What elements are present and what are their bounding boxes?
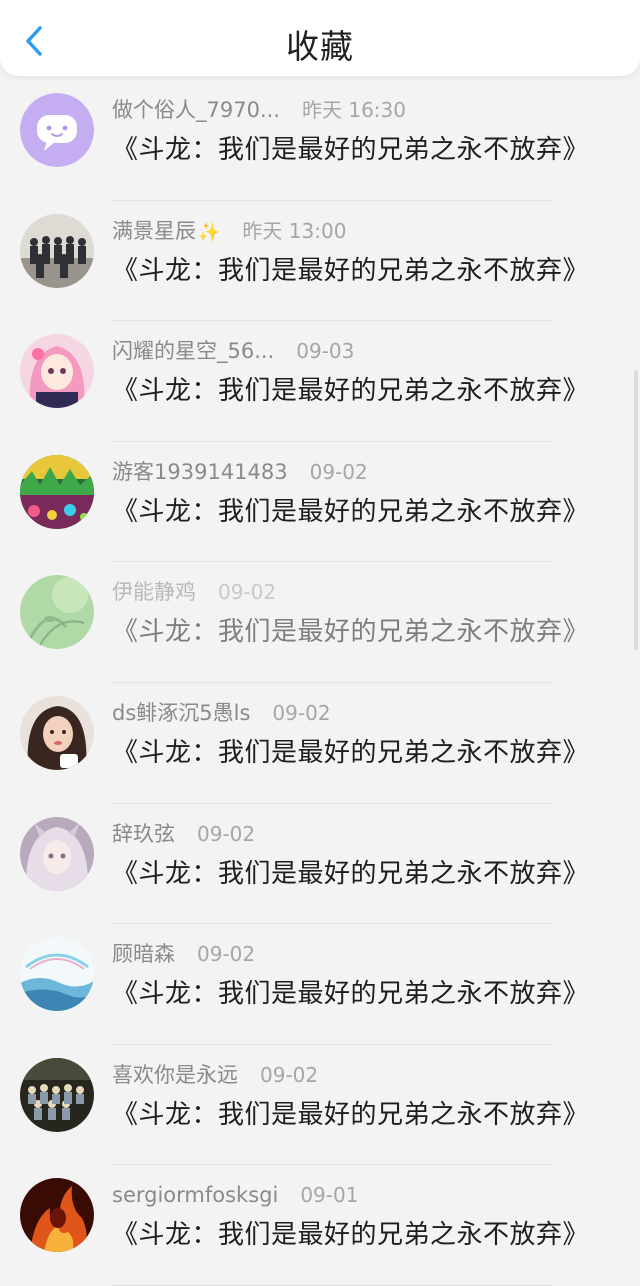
timestamp: 09-02 bbox=[260, 1062, 319, 1087]
list-item[interactable]: 喜欢你是永远 09-02 《斗龙：我们是最好的兄弟之永不放弃》 bbox=[0, 1045, 640, 1166]
avatar[interactable] bbox=[20, 454, 94, 529]
message-text: 《斗龙：我们是最好的兄弟之永不放弃》 bbox=[112, 1220, 590, 1251]
message-text: 《斗龙：我们是最好的兄弟之永不放弃》 bbox=[112, 1099, 590, 1130]
sparkle-icon: ✨ bbox=[198, 221, 221, 243]
avatar[interactable] bbox=[20, 1057, 94, 1132]
timestamp: 09-02 bbox=[218, 580, 277, 605]
username: 伊能静鸡 bbox=[112, 580, 196, 605]
list-item[interactable]: 游客1939141483 09-02 《斗龙：我们是最好的兄弟之永不放弃》 bbox=[0, 442, 640, 563]
fire-icon bbox=[20, 1178, 94, 1253]
username: ds鲱涿沉5愚ls bbox=[112, 700, 251, 725]
timestamp: 09-02 bbox=[197, 942, 256, 967]
avatar[interactable] bbox=[20, 213, 94, 288]
username: 游客1939141483 bbox=[112, 459, 288, 484]
timestamp: 昨天 13:00 bbox=[242, 218, 347, 243]
group-photo-icon bbox=[20, 1057, 94, 1132]
portrait-icon bbox=[20, 695, 94, 770]
message-text: 《斗龙：我们是最好的兄弟之永不放弃》 bbox=[112, 617, 590, 648]
username: 满景星辰 bbox=[112, 218, 196, 243]
message-text: 《斗龙：我们是最好的兄弟之永不放弃》 bbox=[112, 858, 590, 889]
favorites-list: 做个俗人_7970... 昨天 16:30 《斗龙：我们是最好的兄弟之永不放弃》 … bbox=[0, 80, 640, 1286]
timestamp: 09-03 bbox=[296, 339, 355, 364]
username: sergiormfosksgi bbox=[112, 1183, 279, 1208]
username: 做个俗人_7970... bbox=[112, 98, 280, 122]
timestamp: 09-02 bbox=[197, 821, 256, 846]
chat-bubble-icon bbox=[20, 93, 94, 167]
timestamp: 09-02 bbox=[272, 700, 331, 725]
username: 喜欢你是永远 bbox=[112, 1062, 238, 1087]
list-item[interactable]: 辞玖弦 09-02 《斗龙：我们是最好的兄弟之永不放弃》 bbox=[0, 804, 640, 925]
list-item[interactable]: 闪耀的星空_56... 09-03 《斗龙：我们是最好的兄弟之永不放弃》 bbox=[0, 321, 640, 442]
group-photo-icon bbox=[20, 213, 94, 288]
scrollbar[interactable] bbox=[634, 370, 638, 650]
username: 辞玖弦 bbox=[112, 821, 175, 846]
list-item[interactable]: 满景星辰 ✨ 昨天 13:00 《斗龙：我们是最好的兄弟之永不放弃》 bbox=[0, 201, 640, 322]
message-text: 《斗龙：我们是最好的兄弟之永不放弃》 bbox=[112, 979, 590, 1010]
avatar[interactable] bbox=[20, 334, 94, 409]
anime-icon bbox=[20, 816, 94, 891]
avatar[interactable] bbox=[20, 937, 94, 1012]
avatar[interactable] bbox=[20, 93, 94, 167]
list-item[interactable]: 做个俗人_7970... 昨天 16:30 《斗龙：我们是最好的兄弟之永不放弃》 bbox=[0, 80, 640, 201]
nature-icon bbox=[20, 575, 94, 650]
avatar[interactable] bbox=[20, 816, 94, 891]
landscape-icon bbox=[20, 937, 94, 1012]
username: 顾暗森 bbox=[112, 942, 175, 967]
message-text: 《斗龙：我们是最好的兄弟之永不放弃》 bbox=[112, 496, 590, 527]
avatar[interactable] bbox=[20, 575, 94, 650]
timestamp: 09-02 bbox=[309, 459, 368, 484]
timestamp: 昨天 16:30 bbox=[301, 98, 406, 122]
avatar[interactable] bbox=[20, 695, 94, 770]
timestamp: 09-01 bbox=[300, 1183, 359, 1208]
list-item[interactable]: 伊能静鸡 09-02 《斗龙：我们是最好的兄弟之永不放弃》 bbox=[0, 562, 640, 683]
list-item[interactable]: ds鲱涿沉5愚ls 09-02 《斗龙：我们是最好的兄弟之永不放弃》 bbox=[0, 683, 640, 804]
page-title: 收藏 bbox=[286, 27, 354, 66]
list-item[interactable]: 顾暗森 09-02 《斗龙：我们是最好的兄弟之永不放弃》 bbox=[0, 924, 640, 1045]
message-text: 《斗龙：我们是最好的兄弟之永不放弃》 bbox=[112, 255, 590, 286]
message-text: 《斗龙：我们是最好的兄弟之永不放弃》 bbox=[112, 737, 590, 768]
colorful-art-icon bbox=[20, 454, 94, 529]
avatar[interactable] bbox=[20, 1178, 94, 1253]
message-text: 《斗龙：我们是最好的兄弟之永不放弃》 bbox=[112, 135, 590, 165]
anime-girl-icon bbox=[20, 334, 94, 409]
list-item[interactable]: sergiormfosksgi 09-01 《斗龙：我们是最好的兄弟之永不放弃》 bbox=[0, 1165, 640, 1286]
top-bar: 收藏 bbox=[0, 0, 640, 76]
username: 闪耀的星空_56... bbox=[112, 339, 275, 364]
message-text: 《斗龙：我们是最好的兄弟之永不放弃》 bbox=[112, 376, 590, 407]
